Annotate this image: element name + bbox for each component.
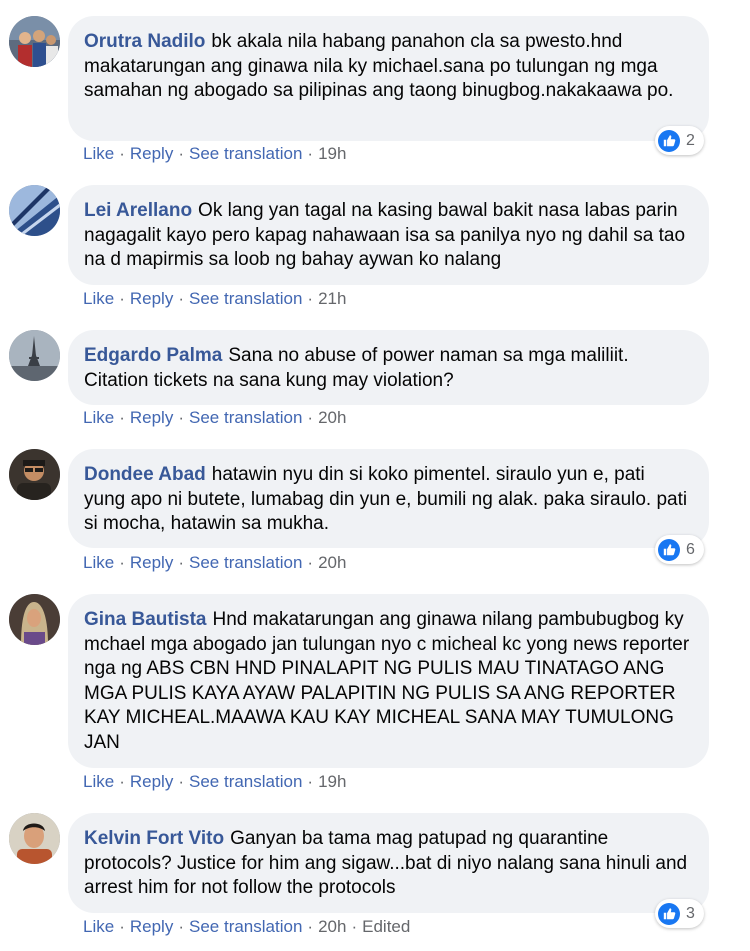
avatar[interactable] bbox=[9, 594, 60, 645]
avatar[interactable] bbox=[9, 449, 60, 500]
like-link[interactable]: Like bbox=[83, 408, 114, 427]
comment-bubble: Kelvin Fort Vito Ganyan ba tama mag patup… bbox=[68, 813, 709, 913]
comment-text: Hnd makatarungan ang ginawa nilang pambu… bbox=[84, 609, 690, 753]
reply-link[interactable]: Reply bbox=[130, 408, 173, 427]
separator: · bbox=[119, 553, 125, 572]
separator: · bbox=[119, 289, 125, 308]
avatar[interactable] bbox=[9, 16, 60, 67]
separator: · bbox=[307, 772, 314, 791]
separator: · bbox=[178, 917, 184, 936]
edited-label[interactable]: Edited bbox=[362, 917, 410, 936]
separator: · bbox=[119, 917, 125, 936]
see-translation-link[interactable]: See translation bbox=[189, 144, 302, 163]
reaction-count: 3 bbox=[686, 904, 695, 922]
like-icon bbox=[658, 129, 680, 152]
reply-link[interactable]: Reply bbox=[130, 772, 173, 791]
avatar[interactable] bbox=[9, 813, 60, 864]
separator: · bbox=[307, 144, 314, 163]
comment-timestamp[interactable]: 20h bbox=[318, 553, 346, 572]
separator: · bbox=[178, 408, 184, 427]
like-link[interactable]: Like bbox=[83, 772, 114, 791]
separator: · bbox=[178, 144, 184, 163]
comment-bubble: Edgardo Palma Sana no abuse of power nama… bbox=[68, 330, 709, 405]
see-translation-link[interactable]: See translation bbox=[189, 553, 302, 572]
like-icon bbox=[658, 902, 680, 925]
separator: · bbox=[351, 917, 358, 936]
separator: · bbox=[307, 408, 314, 427]
comment-timestamp[interactable]: 20h bbox=[318, 408, 346, 427]
comment-body: Lei Arellano Ok lang yan tagal na kasing … bbox=[84, 199, 691, 273]
like-link[interactable]: Like bbox=[83, 289, 114, 308]
separator: · bbox=[178, 289, 184, 308]
comment-author[interactable]: Edgardo Palma bbox=[84, 345, 222, 366]
comment-body: Gina Bautista Hnd makatarungan ang ginawa… bbox=[84, 608, 691, 755]
reaction-count: 2 bbox=[686, 131, 695, 149]
comment-actions: Like · Reply · See translation · 19h bbox=[83, 144, 346, 164]
reply-link[interactable]: Reply bbox=[130, 553, 173, 572]
separator: · bbox=[178, 553, 184, 572]
comment-bubble: Orutra Nadilo bk akala nila habang panaho… bbox=[68, 16, 709, 141]
separator: · bbox=[119, 144, 125, 163]
comment-author[interactable]: Lei Arellano bbox=[84, 200, 192, 221]
like-link[interactable]: Like bbox=[83, 144, 114, 163]
comment-actions: Like · Reply · See translation · 21h bbox=[83, 289, 346, 309]
comment-body: Edgardo Palma Sana no abuse of power nama… bbox=[84, 344, 691, 393]
avatar[interactable] bbox=[9, 185, 60, 236]
comment-bubble: Dondee Abad hatawin nyu din si koko pimen… bbox=[68, 449, 709, 548]
comment-actions: Like · Reply · See translation · 20h bbox=[83, 553, 346, 573]
comment-bubble: Gina Bautista Hnd makatarungan ang ginawa… bbox=[68, 594, 709, 768]
reaction-count-badge[interactable]: 3 bbox=[655, 899, 704, 928]
comment-body: Kelvin Fort Vito Ganyan ba tama mag patup… bbox=[84, 827, 691, 901]
see-translation-link[interactable]: See translation bbox=[189, 772, 302, 791]
reply-link[interactable]: Reply bbox=[130, 289, 173, 308]
reply-link[interactable]: Reply bbox=[130, 144, 173, 163]
separator: · bbox=[178, 772, 184, 791]
comment-body: Orutra Nadilo bk akala nila habang panaho… bbox=[84, 30, 691, 104]
separator: · bbox=[119, 408, 125, 427]
comment-author[interactable]: Dondee Abad bbox=[84, 464, 206, 485]
comment-timestamp[interactable]: 19h bbox=[318, 772, 346, 791]
reaction-count-badge[interactable]: 2 bbox=[655, 126, 704, 155]
reaction-count: 6 bbox=[686, 540, 695, 558]
comment-author[interactable]: Orutra Nadilo bbox=[84, 31, 205, 52]
reaction-count-badge[interactable]: 6 bbox=[655, 535, 704, 564]
comment-timestamp[interactable]: 21h bbox=[318, 289, 346, 308]
comment-actions: Like · Reply · See translation · 20h · Edited bbox=[83, 917, 410, 937]
comment-actions: Like · Reply · See translation · 20h bbox=[83, 408, 346, 428]
comment-author[interactable]: Gina Bautista bbox=[84, 609, 206, 630]
reply-link[interactable]: Reply bbox=[130, 917, 173, 936]
see-translation-link[interactable]: See translation bbox=[189, 289, 302, 308]
see-translation-link[interactable]: See translation bbox=[189, 408, 302, 427]
comment-author[interactable]: Kelvin Fort Vito bbox=[84, 828, 224, 849]
separator: · bbox=[119, 772, 125, 791]
like-link[interactable]: Like bbox=[83, 917, 114, 936]
comment-timestamp[interactable]: 19h bbox=[318, 144, 346, 163]
like-icon bbox=[658, 538, 680, 561]
comment-timestamp[interactable]: 20h bbox=[318, 917, 346, 936]
separator: · bbox=[307, 917, 314, 936]
comment-body: Dondee Abad hatawin nyu din si koko pimen… bbox=[84, 463, 691, 537]
avatar[interactable] bbox=[9, 330, 60, 381]
separator: · bbox=[307, 553, 314, 572]
see-translation-link[interactable]: See translation bbox=[189, 917, 302, 936]
comment-bubble: Lei Arellano Ok lang yan tagal na kasing … bbox=[68, 185, 709, 285]
like-link[interactable]: Like bbox=[83, 553, 114, 572]
separator: · bbox=[307, 289, 314, 308]
comment-actions: Like · Reply · See translation · 19h bbox=[83, 772, 346, 792]
